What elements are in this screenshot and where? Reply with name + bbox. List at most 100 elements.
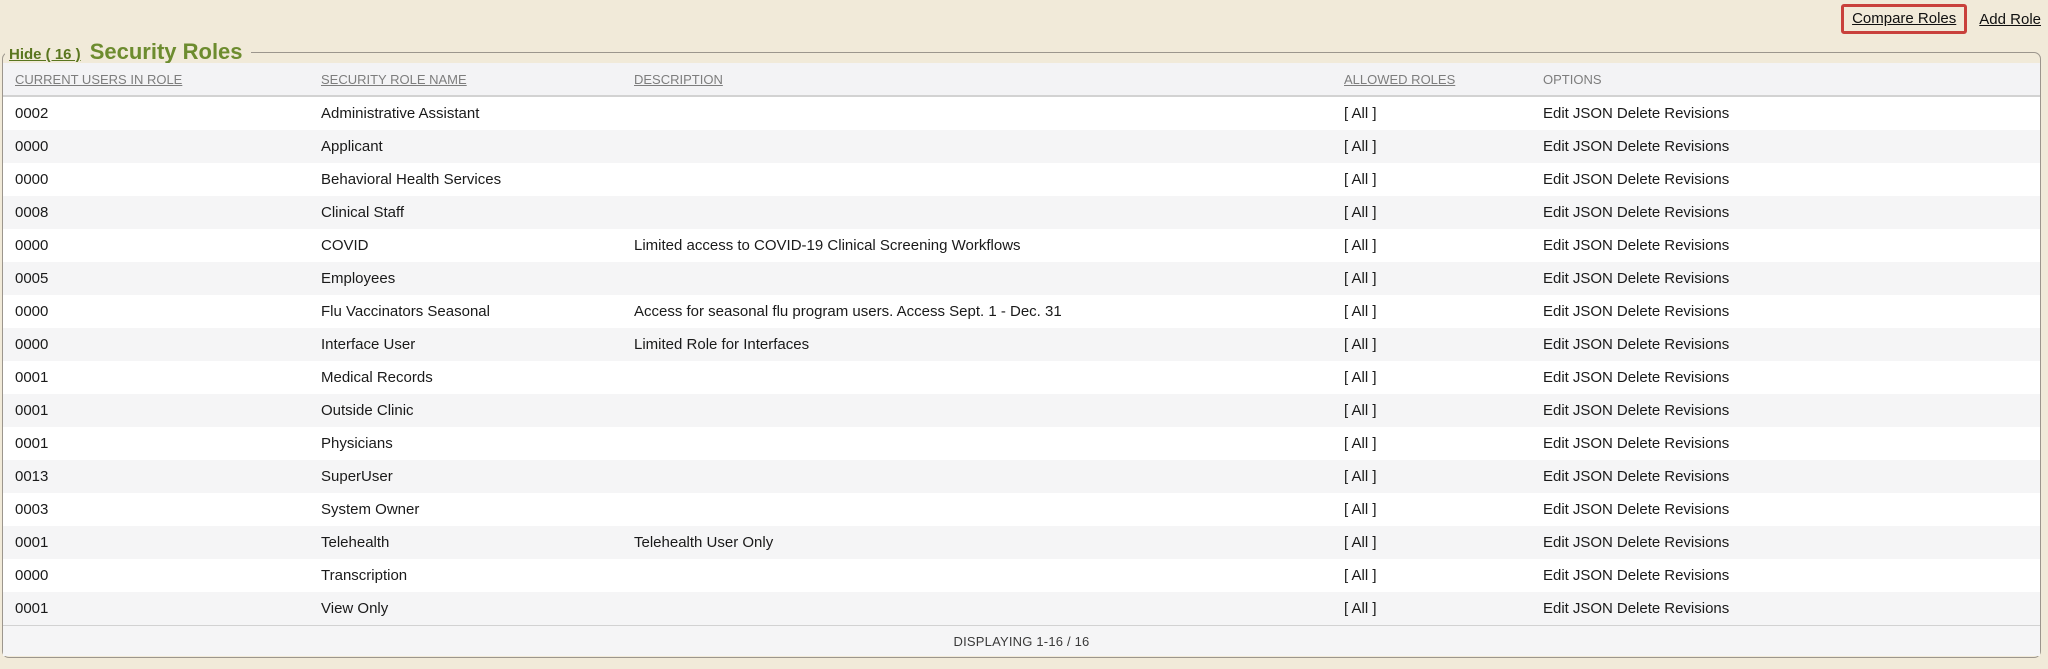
json-link[interactable]: JSON — [1573, 600, 1613, 617]
security-roles-table: CURRENT USERS IN ROLE SECURITY ROLE NAME… — [3, 63, 2040, 656]
revisions-link[interactable]: Revisions — [1664, 534, 1729, 551]
delete-link[interactable]: Delete — [1617, 501, 1660, 518]
delete-link[interactable]: Delete — [1617, 303, 1660, 320]
delete-link[interactable]: Delete — [1617, 105, 1660, 122]
role-name-cell: SuperUser — [321, 468, 634, 485]
role-name-cell: View Only — [321, 600, 634, 617]
current-users-cell: 0000 — [15, 567, 321, 584]
allowed-roles-cell: [ All ] — [1344, 468, 1543, 485]
role-name-cell: Physicians — [321, 435, 634, 452]
revisions-link[interactable]: Revisions — [1664, 369, 1729, 386]
revisions-link[interactable]: Revisions — [1664, 303, 1729, 320]
delete-link[interactable]: Delete — [1617, 204, 1660, 221]
edit-link[interactable]: Edit — [1543, 237, 1569, 254]
revisions-link[interactable]: Revisions — [1664, 567, 1729, 584]
json-link[interactable]: JSON — [1573, 105, 1613, 122]
revisions-link[interactable]: Revisions — [1664, 105, 1729, 122]
revisions-link[interactable]: Revisions — [1664, 435, 1729, 452]
current-users-cell: 0001 — [15, 369, 321, 386]
sort-link-description[interactable]: DESCRIPTION — [634, 72, 723, 87]
options-cell: EditJSONDeleteRevisions — [1543, 336, 2040, 353]
delete-link[interactable]: Delete — [1617, 237, 1660, 254]
role-name-cell: Interface User — [321, 336, 634, 353]
json-link[interactable]: JSON — [1573, 204, 1613, 221]
page-title: Security Roles — [90, 39, 243, 65]
json-link[interactable]: JSON — [1573, 237, 1613, 254]
description-cell: Telehealth User Only — [634, 534, 1344, 551]
delete-link[interactable]: Delete — [1617, 138, 1660, 155]
edit-link[interactable]: Edit — [1543, 270, 1569, 287]
delete-link[interactable]: Delete — [1617, 468, 1660, 485]
delete-link[interactable]: Delete — [1617, 336, 1660, 353]
role-name-cell: Administrative Assistant — [321, 105, 634, 122]
role-name-cell: Clinical Staff — [321, 204, 634, 221]
edit-link[interactable]: Edit — [1543, 303, 1569, 320]
edit-link[interactable]: Edit — [1543, 435, 1569, 452]
role-name-cell: Employees — [321, 270, 634, 287]
table-row: 0000 Applicant [ All ] EditJSONDeleteRev… — [3, 130, 2040, 163]
edit-link[interactable]: Edit — [1543, 336, 1569, 353]
role-name-cell: Applicant — [321, 138, 634, 155]
revisions-link[interactable]: Revisions — [1664, 501, 1729, 518]
edit-link[interactable]: Edit — [1543, 501, 1569, 518]
options-cell: EditJSONDeleteRevisions — [1543, 468, 2040, 485]
json-link[interactable]: JSON — [1573, 468, 1613, 485]
options-cell: EditJSONDeleteRevisions — [1543, 567, 2040, 584]
sort-link-role-name[interactable]: SECURITY ROLE NAME — [321, 72, 467, 87]
revisions-link[interactable]: Revisions — [1664, 600, 1729, 617]
sort-link-current-users[interactable]: CURRENT USERS IN ROLE — [15, 72, 182, 87]
revisions-link[interactable]: Revisions — [1664, 237, 1729, 254]
json-link[interactable]: JSON — [1573, 171, 1613, 188]
top-actions: Compare Roles Add Role — [1841, 4, 2041, 34]
delete-link[interactable]: Delete — [1617, 369, 1660, 386]
delete-link[interactable]: Delete — [1617, 600, 1660, 617]
json-link[interactable]: JSON — [1573, 369, 1613, 386]
current-users-cell: 0002 — [15, 105, 321, 122]
revisions-link[interactable]: Revisions — [1664, 468, 1729, 485]
sort-link-allowed-roles[interactable]: ALLOWED ROLES — [1344, 72, 1455, 87]
revisions-link[interactable]: Revisions — [1664, 336, 1729, 353]
revisions-link[interactable]: Revisions — [1664, 270, 1729, 287]
edit-link[interactable]: Edit — [1543, 369, 1569, 386]
edit-link[interactable]: Edit — [1543, 567, 1569, 584]
delete-link[interactable]: Delete — [1617, 402, 1660, 419]
edit-link[interactable]: Edit — [1543, 138, 1569, 155]
role-name-cell: Telehealth — [321, 534, 634, 551]
json-link[interactable]: JSON — [1573, 303, 1613, 320]
delete-link[interactable]: Delete — [1617, 171, 1660, 188]
table-row: 0000 Transcription [ All ] EditJSONDelet… — [3, 559, 2040, 592]
description-cell: Access for seasonal flu program users. A… — [634, 303, 1344, 320]
table-row: 0001 Outside Clinic [ All ] EditJSONDele… — [3, 394, 2040, 427]
edit-link[interactable]: Edit — [1543, 204, 1569, 221]
json-link[interactable]: JSON — [1573, 138, 1613, 155]
json-link[interactable]: JSON — [1573, 336, 1613, 353]
role-name-cell: Behavioral Health Services — [321, 171, 634, 188]
edit-link[interactable]: Edit — [1543, 600, 1569, 617]
description-cell: Limited Role for Interfaces — [634, 336, 1344, 353]
current-users-cell: 0000 — [15, 171, 321, 188]
current-users-cell: 0000 — [15, 336, 321, 353]
edit-link[interactable]: Edit — [1543, 171, 1569, 188]
edit-link[interactable]: Edit — [1543, 468, 1569, 485]
options-cell: EditJSONDeleteRevisions — [1543, 435, 2040, 452]
json-link[interactable]: JSON — [1573, 270, 1613, 287]
json-link[interactable]: JSON — [1573, 435, 1613, 452]
json-link[interactable]: JSON — [1573, 501, 1613, 518]
json-link[interactable]: JSON — [1573, 534, 1613, 551]
json-link[interactable]: JSON — [1573, 402, 1613, 419]
add-role-link[interactable]: Add Role — [1979, 11, 2041, 28]
revisions-link[interactable]: Revisions — [1664, 138, 1729, 155]
edit-link[interactable]: Edit — [1543, 534, 1569, 551]
delete-link[interactable]: Delete — [1617, 270, 1660, 287]
compare-roles-link[interactable]: Compare Roles — [1852, 10, 1956, 27]
delete-link[interactable]: Delete — [1617, 435, 1660, 452]
revisions-link[interactable]: Revisions — [1664, 402, 1729, 419]
json-link[interactable]: JSON — [1573, 567, 1613, 584]
edit-link[interactable]: Edit — [1543, 105, 1569, 122]
column-header-current-users: CURRENT USERS IN ROLE — [15, 72, 321, 87]
revisions-link[interactable]: Revisions — [1664, 171, 1729, 188]
edit-link[interactable]: Edit — [1543, 402, 1569, 419]
revisions-link[interactable]: Revisions — [1664, 204, 1729, 221]
delete-link[interactable]: Delete — [1617, 567, 1660, 584]
delete-link[interactable]: Delete — [1617, 534, 1660, 551]
